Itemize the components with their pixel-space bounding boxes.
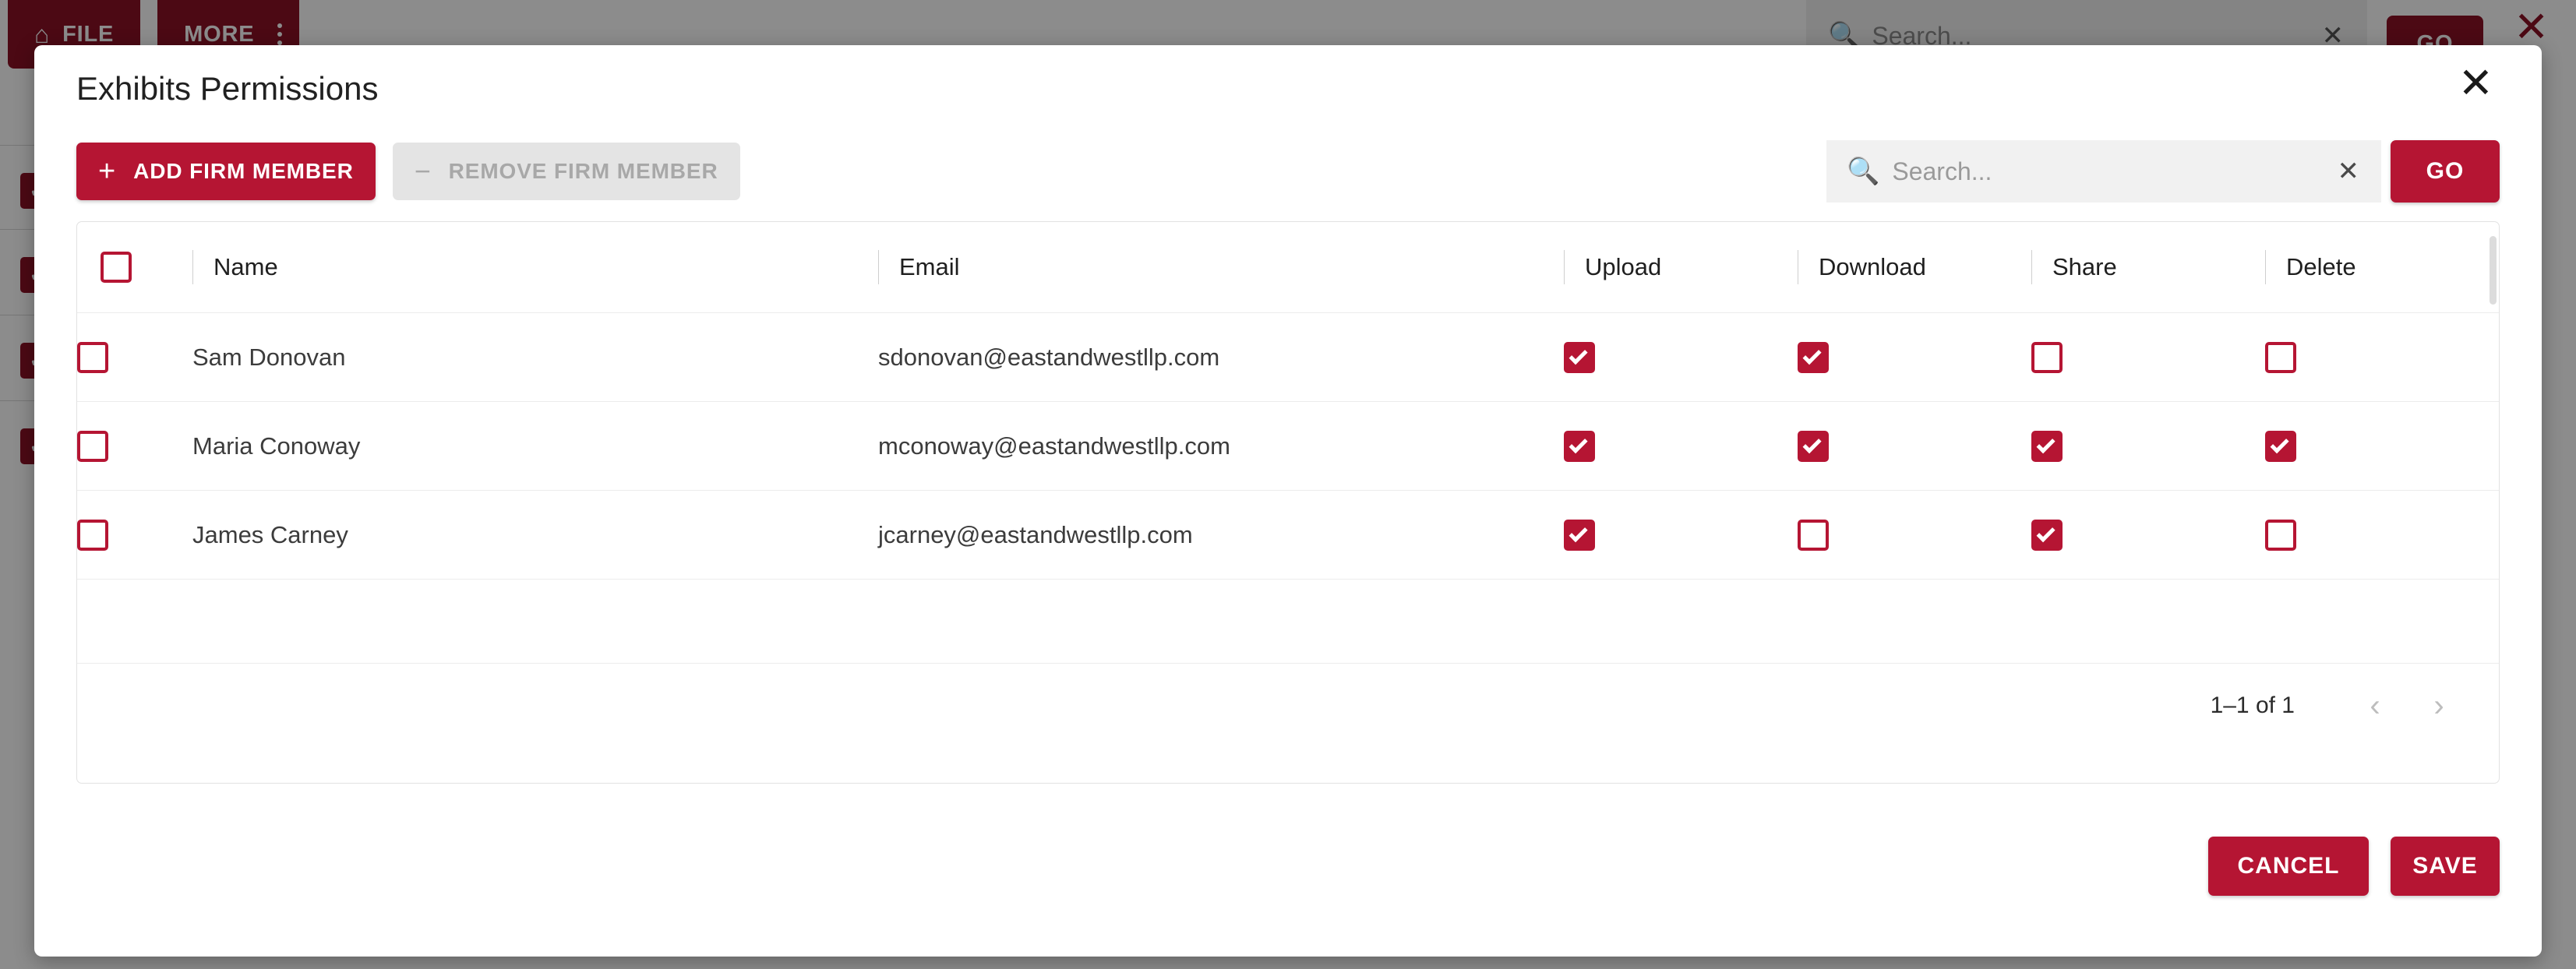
permissions-table-card: Name Email Upload Download Share Delete …: [76, 221, 2500, 784]
exhibits-permissions-dialog: Exhibits Permissions ✕ + ADD FIRM MEMBER…: [34, 45, 2542, 957]
column-header-share-label: Share: [2052, 253, 2117, 280]
row-name-cell: Sam Donovan: [192, 312, 878, 402]
row-email-cell: sdonovan@eastandwestllp.com: [878, 312, 1564, 402]
close-icon[interactable]: ✕: [2452, 61, 2500, 106]
row-download-cell: [1798, 490, 2031, 580]
dialog-action-bar: + ADD FIRM MEMBER − REMOVE FIRM MEMBER 🔍…: [76, 132, 2500, 210]
permissions-table-body: Sam Donovan sdonovan@eastandwestllp.com: [77, 312, 2499, 664]
column-header-upload[interactable]: Upload: [1564, 222, 1798, 313]
upload-permission-checkbox[interactable]: [1564, 519, 1595, 551]
table-empty-cell: [77, 579, 2499, 664]
chevron-left-icon[interactable]: ‹: [2343, 690, 2407, 721]
cancel-button[interactable]: CANCEL: [2208, 837, 2369, 896]
column-header-name-label: Name: [213, 253, 278, 280]
table-empty-row: [77, 579, 2499, 664]
table-scrollbar-thumb[interactable]: [2490, 236, 2497, 305]
search-placeholder: Search...: [1892, 157, 1992, 185]
row-email-cell: jcarney@eastandwestllp.com: [878, 490, 1564, 580]
row-name-cell: Maria Conoway: [192, 401, 878, 491]
share-permission-checkbox[interactable]: [2031, 430, 2063, 462]
row-name-cell: James Carney: [192, 490, 878, 580]
row-delete-cell: [2265, 490, 2499, 580]
row-select-checkbox[interactable]: [77, 519, 108, 551]
add-firm-member-button[interactable]: + ADD FIRM MEMBER: [76, 143, 376, 200]
column-header-download-label: Download: [1819, 253, 1926, 280]
upload-permission-checkbox[interactable]: [1564, 430, 1595, 462]
remove-firm-member-label: REMOVE FIRM MEMBER: [448, 159, 718, 183]
row-share-cell: [2031, 401, 2265, 491]
search-icon: 🔍: [1847, 157, 1880, 186]
delete-permission-checkbox[interactable]: [2265, 341, 2296, 373]
table-row: Sam Donovan sdonovan@eastandwestllp.com: [77, 312, 2499, 402]
row-select-cell: [77, 490, 192, 580]
search-go-button[interactable]: GO: [2391, 140, 2500, 203]
row-download-cell: [1798, 312, 2031, 402]
row-upload-cell: [1564, 490, 1798, 580]
delete-permission-checkbox[interactable]: [2265, 430, 2296, 462]
table-row: James Carney jcarney@eastandwestllp.com: [77, 490, 2499, 580]
row-share-cell: [2031, 312, 2265, 402]
row-select-cell: [77, 401, 192, 491]
page-title: Exhibits Permissions: [76, 70, 379, 107]
column-header-delete[interactable]: Delete: [2265, 222, 2499, 313]
row-delete-cell: [2265, 312, 2499, 402]
share-permission-checkbox[interactable]: [2031, 341, 2063, 373]
download-permission-checkbox[interactable]: [1798, 341, 1829, 373]
delete-permission-checkbox[interactable]: [2265, 519, 2296, 551]
column-header-share[interactable]: Share: [2031, 222, 2265, 313]
download-permission-checkbox[interactable]: [1798, 430, 1829, 462]
share-permission-checkbox[interactable]: [2031, 519, 2063, 551]
row-email-cell: mconoway@eastandwestllp.com: [878, 401, 1564, 491]
save-button[interactable]: SAVE: [2391, 837, 2500, 896]
add-firm-member-label: ADD FIRM MEMBER: [133, 159, 354, 183]
dialog-header: Exhibits Permissions ✕: [76, 45, 2500, 132]
column-header-email-label: Email: [899, 253, 960, 280]
row-upload-cell: [1564, 401, 1798, 491]
column-header-name[interactable]: Name: [192, 222, 878, 313]
minus-icon: −: [414, 155, 432, 187]
column-header-download[interactable]: Download: [1798, 222, 2031, 313]
row-select-checkbox[interactable]: [77, 341, 108, 373]
row-select-cell: [77, 312, 192, 402]
column-header-email[interactable]: Email: [878, 222, 1564, 313]
search-clear-icon[interactable]: ✕: [2324, 156, 2374, 187]
pagination-range-label: 1–1 of 1: [2210, 692, 2295, 718]
row-share-cell: [2031, 490, 2265, 580]
chevron-right-icon[interactable]: ›: [2407, 690, 2471, 721]
row-select-checkbox[interactable]: [77, 430, 108, 462]
plus-icon: +: [98, 155, 117, 188]
row-delete-cell: [2265, 401, 2499, 491]
column-header-delete-label: Delete: [2286, 253, 2356, 280]
search-input[interactable]: 🔍 Search... ✕: [1826, 140, 2381, 203]
table-pagination: 1–1 of 1 ‹ ›: [77, 664, 2499, 748]
row-download-cell: [1798, 401, 2031, 491]
download-permission-checkbox[interactable]: [1798, 519, 1829, 551]
remove-firm-member-button: − REMOVE FIRM MEMBER: [392, 143, 740, 200]
dialog-footer: CANCEL SAVE: [76, 784, 2500, 957]
permissions-table: Name Email Upload Download Share Delete …: [77, 222, 2499, 664]
column-header-upload-label: Upload: [1585, 253, 1662, 280]
select-all-checkbox[interactable]: [101, 252, 132, 283]
upload-permission-checkbox[interactable]: [1564, 341, 1595, 373]
row-upload-cell: [1564, 312, 1798, 402]
select-all-header: [77, 222, 192, 313]
table-row: Maria Conoway mconoway@eastandwestllp.co…: [77, 401, 2499, 491]
table-header-row: Name Email Upload Download Share Delete: [77, 222, 2499, 313]
